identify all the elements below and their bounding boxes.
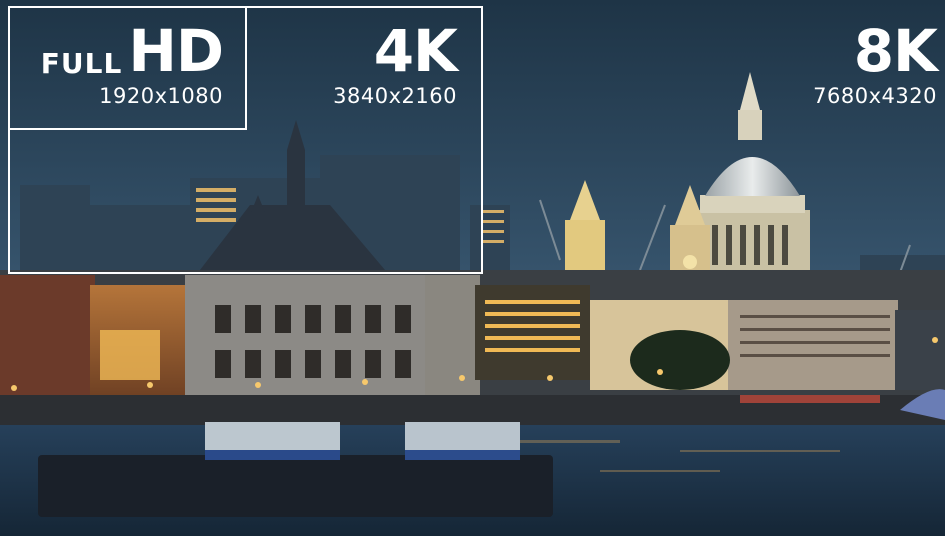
fullhd-prefix: FULL xyxy=(40,47,123,80)
4k-title: 4K xyxy=(373,17,458,85)
fullhd-label: FULL HD 1920x1080 xyxy=(40,22,224,108)
8k-resolution: 7680x4320 xyxy=(813,84,937,108)
4k-label: 4K 3840x2160 xyxy=(333,17,458,108)
8k-title: 8K xyxy=(853,17,938,85)
4k-resolution: 3840x2160 xyxy=(333,84,457,108)
resolution-comparison-image: FULL HD 1920x1080 4K 3840x2160 8K 7680x43… xyxy=(0,0,945,536)
fullhd-title: HD xyxy=(128,17,224,85)
8k-label: 8K 7680x4320 xyxy=(813,17,938,108)
fullhd-resolution: 1920x1080 xyxy=(99,84,223,108)
